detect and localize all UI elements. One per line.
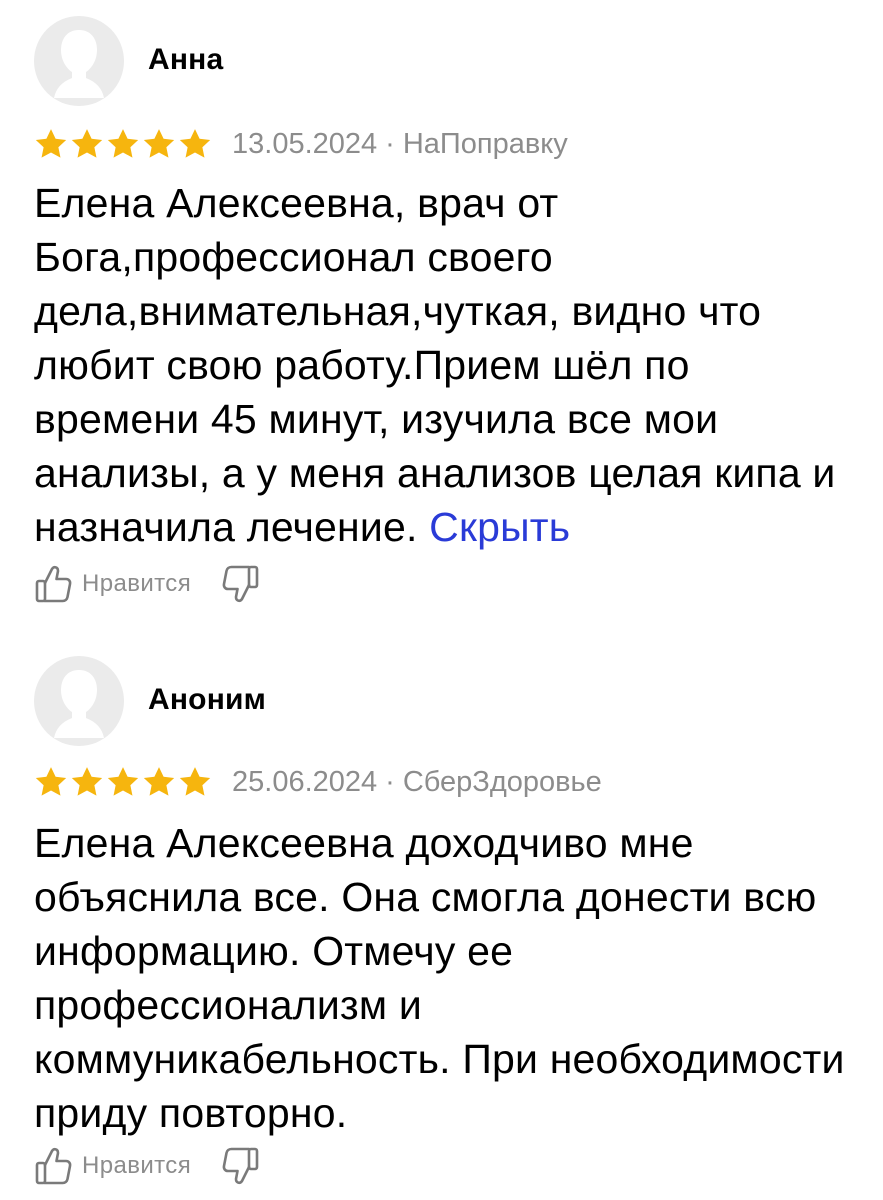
like-button[interactable]: Нравится [34,564,191,604]
review-actions: Нравится [34,562,261,606]
star-icon [107,767,139,796]
review-text: Елена Алексеевна, врач от Бога,профессио… [34,176,849,554]
thumbs-down-icon [222,1147,259,1185]
review-source: НаПоправку [402,128,568,160]
thumbs-up-icon [35,565,72,603]
review-text: Елена Алексеевна доходчиво мне объяснила… [34,816,849,1140]
like-label: Нравится [82,570,192,597]
meta-separator: · [385,128,395,160]
star-icon [71,767,103,796]
star-icon [35,129,67,158]
review-date: 13.05.2024 [232,128,378,160]
review-meta: 25.06.2024 · СберЗдоровье [232,764,602,800]
like-button[interactable]: Нравится [34,1146,191,1186]
review-meta: 13.05.2024 · НаПоправку [232,126,568,162]
star-icon [143,129,175,158]
user-placeholder-icon[interactable] [34,656,124,746]
dislike-button[interactable] [221,564,261,604]
review-source: СберЗдоровье [402,766,602,798]
review-actions: Нравится [34,1144,261,1188]
hide-link[interactable]: Скрыть [429,504,570,550]
rating-stars [34,128,212,160]
star-icon [143,767,175,796]
rating-stars [34,766,212,798]
star-icon [107,129,139,158]
review-body: Елена Алексеевна доходчиво мне объяснила… [34,820,845,1136]
thumbs-up-icon [35,1147,72,1185]
star-icon [179,767,211,796]
thumbs-down-icon [222,565,259,603]
author-name[interactable]: Аноним [148,682,266,718]
star-icon [71,129,103,158]
like-label: Нравится [82,1152,192,1179]
meta-separator: · [385,766,395,798]
review-date: 25.06.2024 [232,766,378,798]
star-icon [179,129,211,158]
author-name[interactable]: Анна [148,42,223,78]
review-body: Елена Алексеевна, врач от Бога,профессио… [34,180,836,550]
star-icon [35,767,67,796]
rating-row: 25.06.2024 · СберЗдоровье [34,762,602,802]
rating-row: 13.05.2024 · НаПоправку [34,124,568,164]
dislike-button[interactable] [221,1146,261,1186]
user-placeholder-icon[interactable] [34,16,124,106]
